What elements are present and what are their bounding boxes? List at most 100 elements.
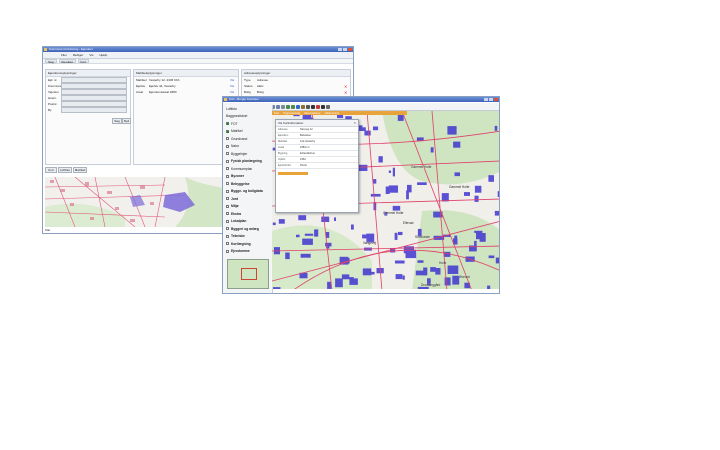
map-parcel	[402, 275, 405, 280]
sidebar-item[interactable]: Matrikel	[223, 128, 272, 136]
sidebar-item[interactable]: Bygge- og boligdata	[223, 188, 272, 196]
map-place-label: Holte	[439, 261, 447, 265]
sidebar-item[interactable]: Grundvand	[223, 135, 272, 143]
draw-icon[interactable]	[316, 104, 320, 109]
layer-checkbox[interactable]	[226, 159, 229, 163]
sidebar-item[interactable]: Lokalplan	[223, 218, 272, 226]
menu-view[interactable]: Vis	[89, 52, 93, 58]
sidebar-item[interactable]: Byzoner	[223, 173, 272, 181]
pan-icon[interactable]	[281, 104, 285, 109]
map-parcel	[497, 191, 499, 197]
menu-file[interactable]: Filer	[61, 52, 67, 58]
sidebar-item[interactable]: Jord	[223, 195, 272, 203]
layer-checkbox[interactable]	[226, 144, 229, 148]
layer-checkbox[interactable]	[226, 189, 229, 193]
layer-checkbox[interactable]	[226, 174, 229, 178]
menu-help[interactable]: Hjælp	[99, 52, 107, 58]
map-window-titlebar[interactable]: Kort - Borger Kortviser	[223, 97, 499, 102]
remove-icon[interactable]: ✕	[344, 90, 350, 95]
measure-icon[interactable]	[301, 104, 305, 109]
sidebar-item[interactable]: Kortlægning	[223, 240, 272, 248]
map-place-label: Øverød	[459, 275, 470, 279]
sidebar-item-label: Ekstra	[231, 211, 242, 216]
sidebar-item[interactable]: Ejendomme	[223, 248, 272, 256]
sidebar-item[interactable]: Miljø	[223, 203, 272, 211]
map-parcel	[454, 172, 460, 177]
tab-map[interactable]: Kort	[77, 59, 90, 64]
export-icon[interactable]	[321, 104, 325, 109]
remove-icon[interactable]: ✕	[344, 84, 350, 89]
window-controls	[338, 48, 352, 51]
property-window-title: Kommune Kortvisning - Ejendom	[49, 47, 93, 51]
sidebar-item[interactable]: Fysisk planlægning	[223, 158, 272, 166]
sidebar-item[interactable]: FOT	[223, 120, 272, 128]
sidebar-item[interactable]: Kommuneplan	[223, 165, 272, 173]
field-input[interactable]	[61, 107, 127, 113]
map-parcel	[364, 130, 371, 136]
map-parcel	[349, 278, 358, 285]
select-icon[interactable]	[311, 104, 315, 109]
tab-aerial[interactable]: Luftfoto	[58, 167, 72, 173]
map-parcel	[476, 232, 482, 240]
maximize-icon[interactable]	[489, 98, 493, 101]
sidebar-item[interactable]: Baggrundskort	[223, 113, 272, 121]
layer-checkbox[interactable]	[226, 204, 229, 208]
popup-row: Ejerforhold Privat	[276, 163, 358, 169]
layer-checkbox[interactable]	[226, 219, 229, 223]
sidebar-item[interactable]: Ekstra	[223, 210, 272, 218]
sidebar-item[interactable]: Natur	[223, 143, 272, 151]
minimize-icon[interactable]	[484, 98, 488, 101]
search-button[interactable]: Søg	[112, 118, 122, 124]
overview-extent	[241, 268, 257, 280]
info-icon[interactable]	[296, 104, 300, 109]
minimize-icon[interactable]	[338, 48, 342, 51]
map-parcel	[373, 126, 379, 131]
popup-close-icon[interactable]: ✕	[353, 121, 356, 125]
zoom-out-icon[interactable]	[276, 104, 280, 109]
tab-result[interactable]: Resultat	[58, 59, 76, 64]
sidebar-item[interactable]: Byggeri og anlæg	[223, 225, 272, 233]
sidebar-item[interactable]: Tekniske	[223, 233, 272, 241]
sidebar-item[interactable]: Bebyggelse	[223, 180, 272, 188]
map-parcel	[394, 232, 398, 240]
show-link[interactable]: Vis	[230, 78, 238, 82]
tab-draw[interactable]: Tegneværktøj	[283, 111, 300, 115]
layer-checkbox[interactable]	[226, 212, 229, 216]
close-icon[interactable]	[494, 98, 498, 101]
print-icon[interactable]	[306, 104, 310, 109]
show-link[interactable]: Vis	[230, 90, 238, 94]
tab-map-view[interactable]: Kort	[274, 111, 279, 115]
map-parcel	[447, 126, 457, 135]
show-link[interactable]: Vis	[230, 84, 238, 88]
layer-checkbox[interactable]	[226, 167, 229, 171]
clear-button[interactable]: Ryd	[122, 118, 131, 124]
layer-checkbox[interactable]	[226, 227, 229, 231]
menu-edit[interactable]: Rediger	[73, 52, 84, 58]
settings-icon[interactable]	[326, 104, 330, 109]
tab-cadastre[interactable]: Matrikel	[73, 167, 87, 173]
tab-info[interactable]: Informationer	[304, 111, 320, 115]
layer-checkbox[interactable]	[226, 122, 229, 126]
sidebar-item[interactable]: Byggelinjer	[223, 150, 272, 158]
maximize-icon[interactable]	[343, 48, 347, 51]
tab-print[interactable]: Udskrivning	[325, 111, 340, 115]
forward-icon[interactable]	[291, 104, 295, 109]
map-parcel	[321, 216, 330, 222]
layer-checkbox[interactable]	[226, 182, 229, 186]
close-icon[interactable]	[348, 48, 352, 51]
tab-map-bottom[interactable]: Kort	[45, 167, 57, 173]
overview-map[interactable]	[227, 259, 269, 289]
layer-checkbox[interactable]	[226, 249, 229, 253]
map-parcel	[300, 253, 311, 258]
layer-checkbox[interactable]	[226, 242, 229, 246]
layer-checkbox[interactable]	[226, 137, 229, 141]
sidebar-item[interactable]: Luftfoto	[223, 105, 272, 113]
map-place-label: Vangevej	[363, 241, 377, 245]
layer-checkbox[interactable]	[226, 197, 229, 201]
layer-checkbox[interactable]	[226, 234, 229, 238]
back-icon[interactable]	[286, 104, 290, 109]
layer-checkbox[interactable]	[226, 152, 229, 156]
tab-search[interactable]: Søg	[45, 59, 57, 64]
property-window-titlebar[interactable]: Kommune Kortvisning - Ejendom	[43, 47, 353, 52]
layer-checkbox[interactable]	[226, 129, 229, 133]
